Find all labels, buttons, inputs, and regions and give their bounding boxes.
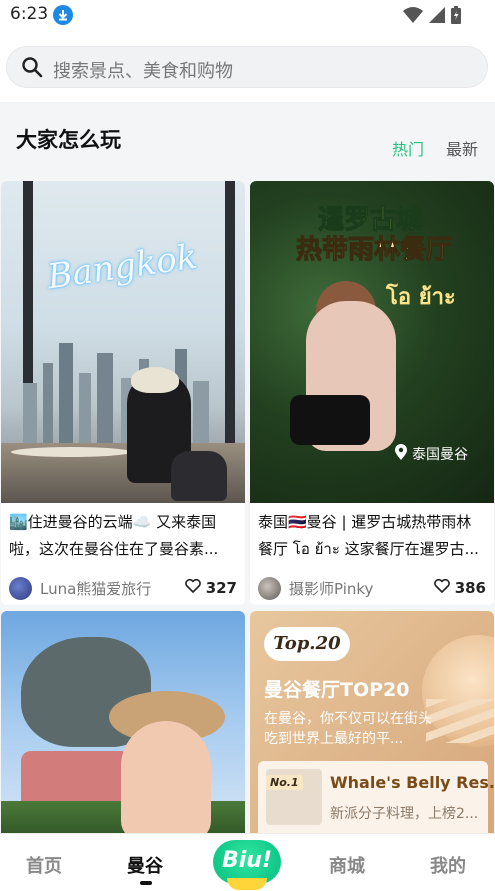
bottom-nav: 首页 曼谷 Biu! 商城 我的 bbox=[0, 833, 495, 891]
post-image bbox=[1, 611, 245, 841]
nav-item-me[interactable]: 我的 bbox=[430, 852, 466, 878]
signal-icon bbox=[429, 7, 445, 27]
biu-button[interactable]: Biu! bbox=[213, 840, 281, 890]
author-name[interactable]: 摄影师Pinky bbox=[289, 578, 434, 599]
status-time: 6:23 bbox=[10, 4, 49, 24]
restaurant-desc: 新派分子料理，上榜2... bbox=[330, 806, 479, 822]
battery-icon bbox=[451, 6, 461, 28]
active-indicator bbox=[140, 881, 152, 885]
rank-badge: No.1 bbox=[266, 775, 303, 790]
promo-list-item[interactable]: No.1 Whale's Belly Res... 新派分子料理，上榜2... bbox=[258, 761, 494, 841]
download-icon bbox=[53, 5, 73, 25]
city-skyline-image bbox=[23, 343, 209, 443]
section-title: 大家怎么玩 bbox=[16, 128, 121, 152]
heart-icon bbox=[433, 578, 450, 597]
post-title: 🏙️住进曼谷的云端☁️ 又来泰国啦，这次在曼谷住在了曼谷素... bbox=[9, 513, 219, 558]
post-image: 暹罗古城 热带雨林餐厅 โอ ย้าะ 泰国曼谷 bbox=[250, 181, 494, 503]
image-title-line2: 热带雨林餐厅 bbox=[295, 235, 453, 266]
like-button[interactable]: 327 bbox=[184, 578, 237, 597]
post-title: 泰国🇹🇭曼谷 | 暹罗古城热带雨林餐厅 โอ ย้าะ 这家餐厅在暹罗古... bbox=[258, 513, 479, 558]
author-name[interactable]: Luna熊猫爱旅行 bbox=[40, 578, 185, 599]
location-pin-icon bbox=[394, 443, 408, 465]
search-area: 搜索景点、美食和购物 bbox=[0, 30, 495, 102]
promo-subtitle: 在曼谷，你不仅可以在街头吃到世界上最好的平... bbox=[264, 711, 432, 747]
table bbox=[11, 447, 131, 457]
post-card[interactable]: Bangkok 🏙️住进曼谷的云端☁️ 又来泰国啦，这次在曼谷住在了曼谷素...… bbox=[1, 181, 245, 605]
status-icons bbox=[403, 6, 461, 28]
heart-icon bbox=[184, 578, 201, 597]
bangkok-neon-text: Bangkok bbox=[44, 236, 200, 298]
like-button[interactable]: 386 bbox=[433, 578, 486, 597]
post-meta: Luna熊猫爱旅行 327 bbox=[1, 571, 245, 605]
search-icon bbox=[21, 56, 43, 82]
post-meta: 摄影师Pinky 386 bbox=[250, 571, 494, 605]
like-count: 386 bbox=[454, 579, 486, 597]
search-input[interactable]: 搜索景点、美食和购物 bbox=[6, 46, 488, 88]
post-image: Bangkok bbox=[1, 181, 245, 503]
wifi-icon bbox=[403, 7, 423, 27]
tab-hot[interactable]: 热门 bbox=[392, 136, 424, 160]
nav-item-home[interactable]: 首页 bbox=[26, 852, 62, 878]
top20-badge: Top.20 bbox=[264, 627, 350, 661]
avatar[interactable] bbox=[9, 576, 32, 600]
chair bbox=[171, 451, 227, 501]
promo-card[interactable]: Top.20 曼谷餐厅TOP20 在曼谷，你不仅可以在街头吃到世界上最好的平..… bbox=[250, 611, 494, 841]
avatar[interactable] bbox=[258, 576, 281, 600]
image-thai-text: โอ ย้าะ bbox=[386, 285, 456, 310]
image-location: 泰国曼谷 bbox=[394, 443, 468, 465]
nav-item-bangkok[interactable]: 曼谷 bbox=[127, 852, 163, 878]
promo-image: Top.20 曼谷餐厅TOP20 在曼谷，你不仅可以在街头吃到世界上最好的平..… bbox=[250, 611, 494, 841]
promo-title: 曼谷餐厅TOP20 bbox=[264, 679, 410, 701]
restaurant-name: Whale's Belly Res... bbox=[330, 773, 494, 792]
tab-new[interactable]: 最新 bbox=[446, 136, 478, 160]
like-count: 327 bbox=[205, 579, 237, 597]
nav-item-mall[interactable]: 商城 bbox=[329, 852, 365, 878]
person bbox=[121, 721, 211, 841]
status-bar: 6:23 bbox=[0, 0, 495, 30]
straw-hat bbox=[131, 367, 179, 393]
search-placeholder: 搜索景点、美食和购物 bbox=[53, 61, 233, 82]
post-card[interactable] bbox=[1, 611, 245, 841]
restaurant-thumbnail: No.1 bbox=[266, 769, 322, 825]
post-card[interactable]: 暹罗古城 热带雨林餐厅 โอ ย้าะ 泰国曼谷 泰国🇹🇭曼谷 | 暹罗古城热带… bbox=[250, 181, 494, 605]
biu-label: Biu! bbox=[221, 848, 272, 873]
